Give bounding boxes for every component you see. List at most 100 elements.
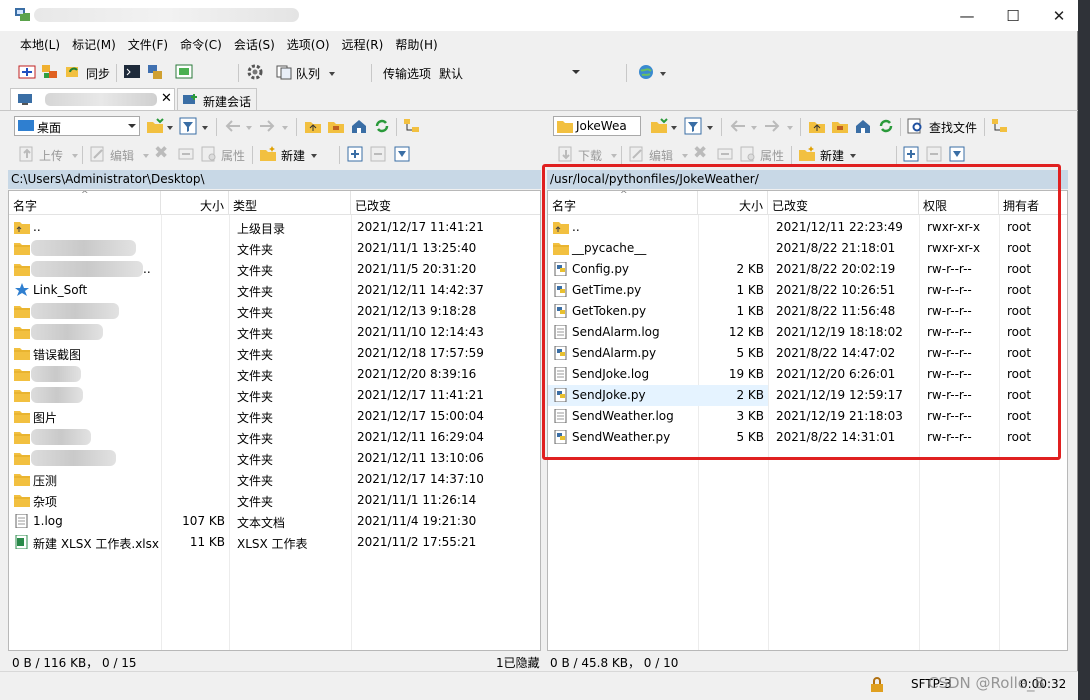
sync-icon[interactable] bbox=[64, 63, 82, 81]
table-row[interactable]: 新建 XLSX 工作表.xlsx 11 KB XLSX 工作表 2021/11/2 1… bbox=[9, 532, 540, 553]
sync-browse-icon[interactable] bbox=[41, 63, 59, 81]
gear-icon[interactable] bbox=[246, 63, 264, 81]
refresh-icon[interactable] bbox=[877, 117, 895, 135]
compare-dirs-icon[interactable] bbox=[18, 63, 36, 81]
putty-icon[interactable] bbox=[146, 63, 164, 81]
open-folder-icon[interactable] bbox=[650, 117, 668, 135]
menu-help[interactable]: 帮助(H) bbox=[389, 33, 443, 55]
delete-icon[interactable]: ✖ bbox=[693, 143, 707, 163]
close-tab-icon[interactable]: ✕ bbox=[161, 91, 172, 106]
table-row[interactable]: SendWeather.py 5 KB 2021/8/22 14:31:01 rw-r… bbox=[548, 427, 1067, 448]
download-label[interactable]: 下载 bbox=[578, 147, 602, 164]
edit-icon[interactable] bbox=[628, 145, 646, 163]
home-icon[interactable] bbox=[854, 117, 872, 135]
table-row[interactable]: 文件夹 2021/12/20 8:39:16 bbox=[9, 364, 540, 385]
queue-label[interactable]: 队列 bbox=[296, 65, 320, 82]
new-folder-icon[interactable] bbox=[798, 145, 816, 163]
screen-icon[interactable] bbox=[175, 63, 193, 81]
sync-label[interactable]: 同步 bbox=[86, 65, 110, 82]
root-dir-icon[interactable] bbox=[831, 117, 849, 135]
left-path-bar[interactable]: C:\Users\Administrator\Desktop\ bbox=[8, 170, 541, 189]
find-files-label[interactable]: 查找文件 bbox=[929, 119, 977, 136]
right-file-list[interactable]: 名字 ^ 大小 已改变 权限 拥有者 .. 2021/12/11 22:23:49 r… bbox=[547, 190, 1068, 651]
table-row[interactable]: GetTime.py 1 KB 2021/8/22 10:26:51 rw-r--r-… bbox=[548, 280, 1067, 301]
table-row[interactable]: .. 2021/12/11 22:23:49 rwxr-xr-x root bbox=[548, 217, 1067, 238]
select-mask-icon[interactable] bbox=[948, 145, 966, 163]
filter-dropdown[interactable] bbox=[707, 126, 713, 130]
menu-session[interactable]: 会话(S) bbox=[228, 33, 281, 55]
back-dropdown[interactable] bbox=[751, 126, 757, 130]
right-col-size[interactable]: 大小 bbox=[698, 191, 768, 215]
menu-options[interactable]: 选项(O) bbox=[281, 33, 336, 55]
table-row[interactable]: 文件夹 2021/12/11 16:29:04 bbox=[9, 427, 540, 448]
rename-icon[interactable] bbox=[716, 145, 734, 163]
menu-local[interactable]: 本地(L) bbox=[14, 33, 66, 55]
parent-dir-icon[interactable] bbox=[808, 117, 826, 135]
new-dropdown[interactable] bbox=[850, 154, 856, 158]
new-label[interactable]: 新建 bbox=[820, 147, 844, 164]
forward-dropdown[interactable] bbox=[787, 126, 793, 130]
forward-arrow-icon[interactable] bbox=[763, 117, 781, 135]
table-row[interactable]: SendAlarm.log 12 KB 2021/12/19 18:18:02 rw-… bbox=[548, 322, 1067, 343]
table-row[interactable]: SendJoke.py 2 KB 2021/12/19 12:59:17 rw-r--… bbox=[548, 385, 1031, 406]
globe-dropdown-arrow[interactable] bbox=[660, 72, 666, 76]
table-row[interactable]: 1.log 107 KB 文本文档 2021/11/4 19:21:30 bbox=[9, 511, 540, 532]
transfer-options-select[interactable]: 默认 bbox=[434, 62, 584, 82]
download-dropdown[interactable] bbox=[611, 154, 617, 158]
queue-icon[interactable] bbox=[275, 63, 293, 81]
properties-icon[interactable] bbox=[739, 145, 757, 163]
unselect-icon[interactable] bbox=[925, 145, 943, 163]
table-row[interactable]: 文件夹 2021/12/13 9:18:28 bbox=[9, 301, 540, 322]
menu-mark[interactable]: 标记(M) bbox=[66, 33, 122, 55]
table-row[interactable]: 文件夹 2021/12/11 13:10:06 bbox=[9, 448, 540, 469]
back-arrow-icon[interactable] bbox=[729, 117, 747, 135]
table-row[interactable]: .. 文件夹 2021/11/5 20:31:20 bbox=[9, 259, 540, 280]
download-icon[interactable] bbox=[557, 145, 575, 163]
minimize-button[interactable]: — bbox=[944, 0, 990, 31]
tab-current-session[interactable]: ✕ bbox=[10, 88, 175, 110]
find-files-icon[interactable] bbox=[907, 117, 925, 135]
menu-remote[interactable]: 远程(R) bbox=[336, 33, 390, 55]
right-col-permissions[interactable]: 权限 bbox=[919, 191, 999, 215]
properties-label[interactable]: 属性 bbox=[760, 147, 784, 164]
left-col-size[interactable]: 大小 bbox=[161, 191, 229, 215]
menu-file[interactable]: 文件(F) bbox=[122, 33, 174, 55]
edit-dropdown[interactable] bbox=[682, 154, 688, 158]
left-file-list[interactable]: 名字 ^ 大小 类型 已改变 .. 上级目录 2021/12/17 11:41:21 文… bbox=[8, 190, 541, 651]
edit-label[interactable]: 编辑 bbox=[649, 147, 673, 164]
table-row[interactable]: SendAlarm.py 5 KB 2021/8/22 14:47:02 rw-r--… bbox=[548, 343, 1067, 364]
table-row[interactable]: 错误截图 文件夹 2021/12/18 17:57:59 bbox=[9, 343, 540, 364]
table-row[interactable]: SendWeather.log 3 KB 2021/12/19 21:18:03 rw… bbox=[548, 406, 1067, 427]
open-folder-dropdown[interactable] bbox=[671, 126, 677, 130]
table-row[interactable]: 图片 文件夹 2021/12/17 15:00:04 bbox=[9, 406, 540, 427]
globe-icon[interactable] bbox=[637, 63, 655, 81]
left-col-name[interactable]: 名字 ^ bbox=[9, 191, 161, 215]
terminal-icon[interactable] bbox=[123, 63, 141, 81]
maximize-button[interactable]: ☐ bbox=[990, 0, 1036, 31]
select-all-icon[interactable] bbox=[902, 145, 920, 163]
table-row[interactable]: 杂项 文件夹 2021/11/1 11:26:14 bbox=[9, 490, 540, 511]
tree-icon[interactable] bbox=[991, 117, 1009, 135]
close-button[interactable]: ✕ bbox=[1036, 0, 1082, 31]
table-row[interactable]: .. 上级目录 2021/12/17 11:41:21 bbox=[9, 217, 540, 238]
tab-new-session[interactable]: 新建会话 bbox=[177, 88, 257, 110]
table-row[interactable]: __pycache__ 2021/8/22 21:18:01 rwxr-xr-x ro… bbox=[548, 238, 1067, 259]
menu-commands[interactable]: 命令(C) bbox=[174, 33, 228, 55]
right-col-changed[interactable]: 已改变 bbox=[768, 191, 919, 215]
table-row[interactable]: 压测 文件夹 2021/12/17 14:37:10 bbox=[9, 469, 540, 490]
table-row[interactable]: 文件夹 2021/11/1 13:25:40 bbox=[9, 238, 540, 259]
filter-icon[interactable] bbox=[684, 117, 702, 135]
right-location-select[interactable]: JokeWea bbox=[553, 116, 641, 136]
right-path-bar[interactable]: /usr/local/pythonfiles/JokeWeather/ bbox=[547, 170, 1068, 189]
table-row[interactable]: SendJoke.log 19 KB 2021/12/20 6:26:01 rw-r-… bbox=[548, 364, 1067, 385]
table-row[interactable]: Config.py 2 KB 2021/8/22 20:02:19 rw-r--r--… bbox=[548, 259, 1067, 280]
table-row[interactable]: Link_Soft 文件夹 2021/12/11 14:42:37 bbox=[9, 280, 540, 301]
table-row[interactable]: GetToken.py 1 KB 2021/8/22 11:56:48 rw-r--r… bbox=[548, 301, 1067, 322]
right-col-owner[interactable]: 拥有者 bbox=[999, 191, 1067, 215]
left-col-changed[interactable]: 已改变 bbox=[351, 191, 540, 215]
table-row[interactable]: 文件夹 2021/11/10 12:14:43 bbox=[9, 322, 540, 343]
queue-dropdown-arrow[interactable] bbox=[329, 72, 335, 76]
right-col-name[interactable]: 名字 ^ bbox=[548, 191, 698, 215]
table-row[interactable]: 文件夹 2021/12/17 11:41:21 bbox=[9, 385, 540, 406]
left-col-type[interactable]: 类型 bbox=[229, 191, 351, 215]
